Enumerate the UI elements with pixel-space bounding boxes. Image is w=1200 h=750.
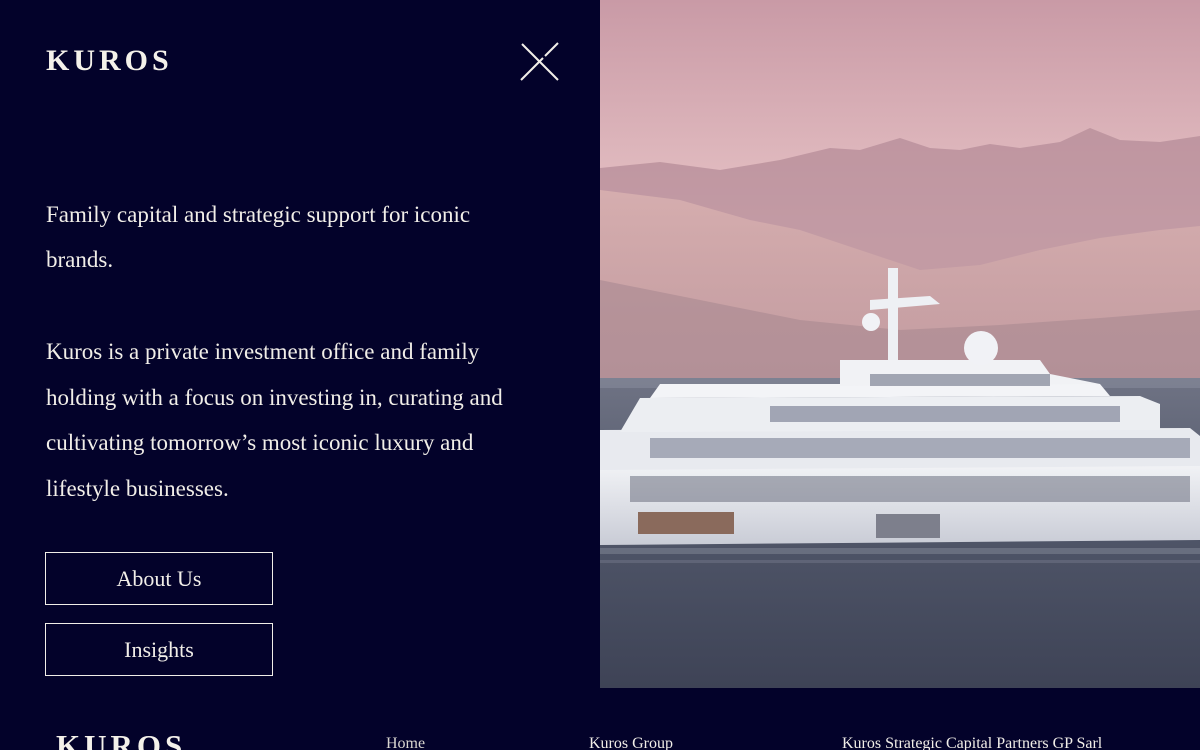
- brand-logo[interactable]: KUROS: [46, 44, 173, 78]
- tagline: Family capital and strategic support for…: [46, 202, 471, 272]
- yacht-illustration: [600, 0, 1200, 688]
- insights-button[interactable]: Insights: [45, 623, 273, 676]
- footer-link-kuros-group[interactable]: Kuros Group: [589, 735, 673, 750]
- hero-image: [600, 0, 1200, 688]
- close-icon: [520, 42, 559, 81]
- footer: KUROS Home Kuros Group Kuros Strategic C…: [0, 688, 1200, 750]
- about-us-button[interactable]: About Us: [45, 552, 273, 605]
- menu-panel: KUROS Family capital and strategic suppo…: [0, 0, 600, 688]
- footer-link-home[interactable]: Home: [386, 735, 425, 750]
- company-description: Kuros is a private investment office and…: [46, 339, 503, 501]
- footer-logo[interactable]: KUROS: [56, 729, 186, 750]
- footer-link-strategic-capital-partners[interactable]: Kuros Strategic Capital Partners GP Sarl: [842, 735, 1102, 750]
- close-menu-button[interactable]: [519, 42, 561, 82]
